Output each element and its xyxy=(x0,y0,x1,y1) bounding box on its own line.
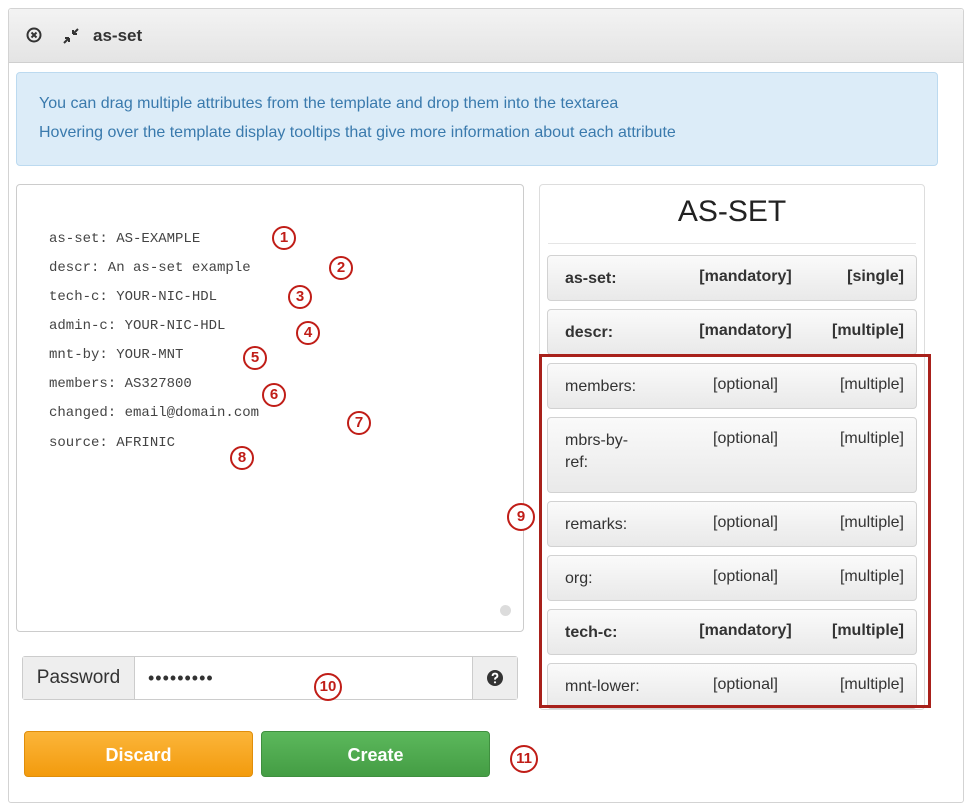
close-icon[interactable] xyxy=(26,27,42,43)
attribute-requirement: [mandatory] xyxy=(699,622,792,639)
callout-marker: 5 xyxy=(243,346,267,370)
callout-marker: 9 xyxy=(507,503,535,531)
window-title: as-set xyxy=(93,26,143,45)
password-label: Password xyxy=(23,657,135,699)
callout-marker: 8 xyxy=(230,446,254,470)
textarea-line: source: AFRINIC xyxy=(49,435,176,451)
attribute-requirement: [mandatory] xyxy=(699,322,792,339)
attribute-requirement: [mandatory] xyxy=(699,268,792,285)
attribute-cardinality: [multiple] xyxy=(839,676,904,693)
callout-marker: 4 xyxy=(296,321,320,345)
callout-marker: 3 xyxy=(288,285,312,309)
attribute-name: members: xyxy=(565,378,637,395)
template-divider xyxy=(548,243,916,244)
attribute-name: org: xyxy=(565,570,593,587)
textarea-line: as-set: AS-EXAMPLE xyxy=(49,231,201,247)
attribute-cardinality: [single] xyxy=(847,268,904,285)
attribute-requirement: [optional] xyxy=(713,676,778,693)
textarea-line: changed: email@domain.com xyxy=(49,405,260,421)
attribute-requirement: [optional] xyxy=(713,514,778,531)
callout-marker: 11 xyxy=(510,745,538,773)
textarea-line: tech-c: YOUR-NIC-HDL xyxy=(49,289,218,305)
template-attribute-members[interactable]: members: [optional] [multiple] xyxy=(547,363,917,409)
info-alert: You can drag multiple attributes from th… xyxy=(16,72,938,166)
textarea-line: admin-c: YOUR-NIC-HDL xyxy=(49,318,226,334)
callout-marker: 6 xyxy=(262,383,286,407)
info-line-tooltips: Hovering over the template display toolt… xyxy=(39,124,676,141)
template-attribute-org[interactable]: org: [optional] [multiple] xyxy=(547,555,917,601)
title-bar: as-set xyxy=(9,9,963,63)
attribute-cardinality: [multiple] xyxy=(839,514,904,531)
password-input[interactable] xyxy=(136,657,472,699)
attribute-name: as-set: xyxy=(565,270,617,287)
attribute-name: descr: xyxy=(565,324,614,341)
template-attribute-mnt-lower[interactable]: mnt-lower: [optional] [multiple] xyxy=(547,663,917,709)
attribute-cardinality: [multiple] xyxy=(832,622,904,639)
template-title: AS-SET xyxy=(677,195,787,228)
info-line-drag: You can drag multiple attributes from th… xyxy=(39,95,619,112)
textarea-line: mnt-by: YOUR-MNT xyxy=(49,347,184,363)
password-help-button[interactable] xyxy=(472,657,517,699)
template-attribute-as-set[interactable]: as-set: [mandatory] [single] xyxy=(547,255,917,301)
create-button[interactable]: Create xyxy=(261,731,490,777)
question-icon[interactable] xyxy=(486,669,504,687)
attribute-requirement: [optional] xyxy=(713,568,778,585)
callout-marker: 7 xyxy=(347,411,371,435)
password-group: Password xyxy=(22,656,518,700)
template-attribute-tech-c[interactable]: tech-c: [mandatory] [multiple] xyxy=(547,609,917,655)
object-textarea[interactable]: as-set: AS-EXAMPLE descr: An as-set exam… xyxy=(16,184,524,632)
template-attribute-descr[interactable]: descr: [mandatory] [multiple] xyxy=(547,309,917,355)
template-attribute-mbrs-by-ref[interactable]: mbrs-by-ref: [optional] [multiple] xyxy=(547,417,917,493)
textarea-line: descr: An as-set example xyxy=(49,260,251,276)
callout-marker: 1 xyxy=(272,226,296,250)
callout-marker: 2 xyxy=(329,256,353,280)
attribute-cardinality: [multiple] xyxy=(839,430,904,447)
attribute-cardinality: [multiple] xyxy=(839,568,904,585)
textarea-line: members: AS327800 xyxy=(49,376,192,392)
attribute-requirement: [optional] xyxy=(713,430,778,447)
attribute-name: tech-c: xyxy=(565,624,618,641)
attribute-requirement: [optional] xyxy=(713,376,778,393)
discard-button[interactable]: Discard xyxy=(24,731,253,777)
attribute-cardinality: [multiple] xyxy=(839,376,904,393)
callout-marker: 10 xyxy=(314,673,342,701)
attribute-name: mbrs-by-ref: xyxy=(565,432,629,471)
attribute-name: remarks: xyxy=(565,516,628,533)
template-attribute-remarks[interactable]: remarks: [optional] [multiple] xyxy=(547,501,917,547)
attribute-name: mnt-lower: xyxy=(565,678,640,695)
collapse-icon[interactable] xyxy=(62,27,80,45)
attribute-cardinality: [multiple] xyxy=(832,322,904,339)
resize-handle[interactable] xyxy=(500,605,511,616)
